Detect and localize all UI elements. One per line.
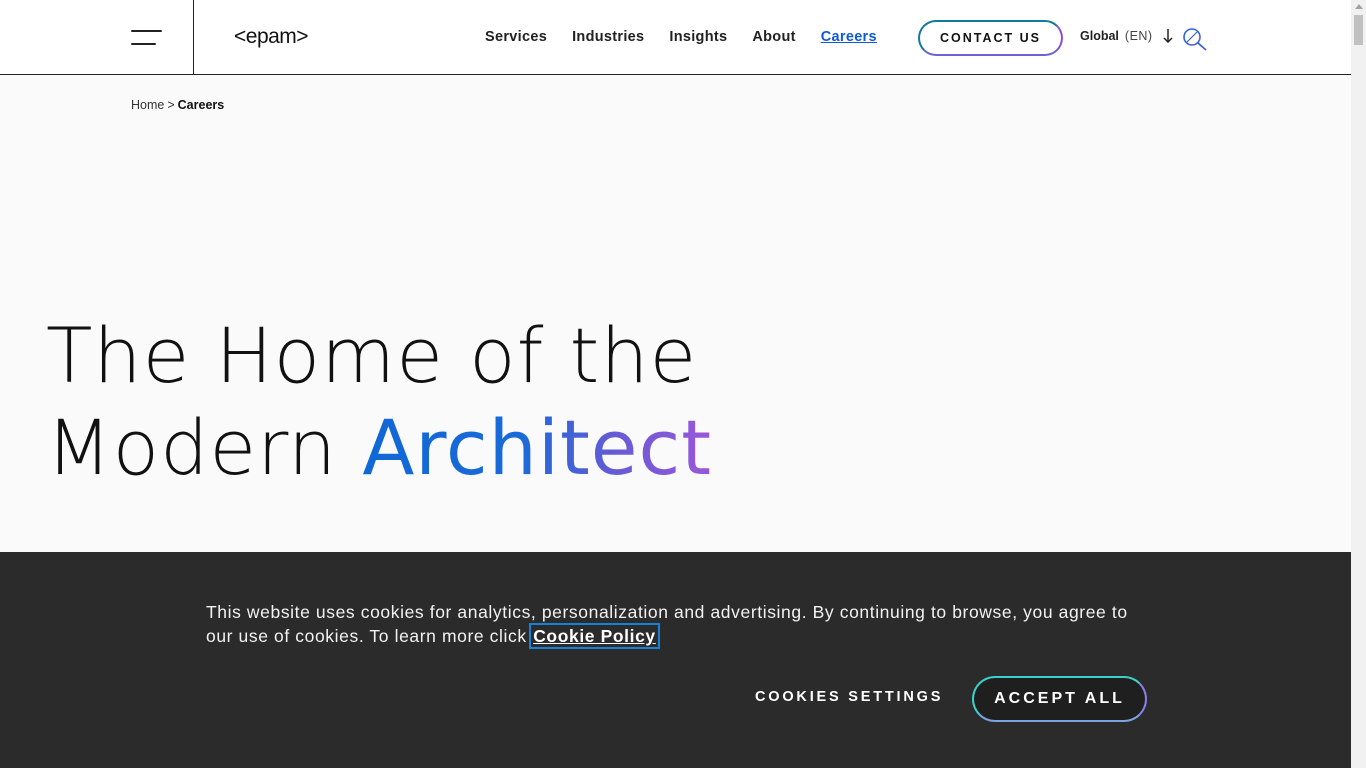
menu-icon[interactable] [131,30,162,46]
page-scrollbar[interactable] [1351,0,1366,768]
epam-logo[interactable]: <epam> [234,24,309,50]
accept-all-button[interactable]: ACCEPT ALL [972,676,1147,722]
cookie-message-text: This website uses cookies for analytics,… [206,602,1128,646]
language-region: Global [1080,29,1119,43]
main-nav: Services Industries Insights About Caree… [485,27,902,47]
nav-item-industries[interactable]: Industries [572,27,644,47]
nav-item-insights[interactable]: Insights [669,27,727,47]
search-icon[interactable] [1182,27,1208,51]
breadcrumb-current: Careers [177,98,225,112]
cookies-settings-button[interactable]: COOKIES SETTINGS [755,689,943,705]
nav-item-about[interactable]: About [752,27,795,47]
nav-item-services[interactable]: Services [485,27,547,47]
nav-item-careers[interactable]: Careers [821,27,877,47]
hero-title: The Home of the Modern Architect [46,310,712,494]
page: <epam> Services Industries Insights Abou… [0,0,1366,768]
scroll-up-icon[interactable] [1355,4,1363,9]
scrollbar-thumb[interactable] [1354,15,1363,45]
breadcrumb-home[interactable]: Home [131,98,164,112]
header-divider [193,0,194,75]
hero-line-2: Modern [46,403,363,492]
breadcrumb: Home > Careers [131,98,224,112]
language-code: (EN) [1124,29,1153,43]
hero-line-1: The Home of the [46,311,698,400]
contact-us-button[interactable]: CONTACT US [918,20,1063,56]
breadcrumb-separator: > [167,98,175,112]
hero-accent-word: Architect [362,403,713,492]
cookie-banner: This website uses cookies for analytics,… [0,552,1351,768]
language-selector[interactable]: Global (EN) [1080,29,1173,43]
site-header: <epam> Services Industries Insights Abou… [0,0,1351,75]
cookie-message: This website uses cookies for analytics,… [206,600,1156,649]
arrow-down-icon [1163,29,1173,43]
cookie-policy-link[interactable]: Cookie Policy [529,623,660,649]
